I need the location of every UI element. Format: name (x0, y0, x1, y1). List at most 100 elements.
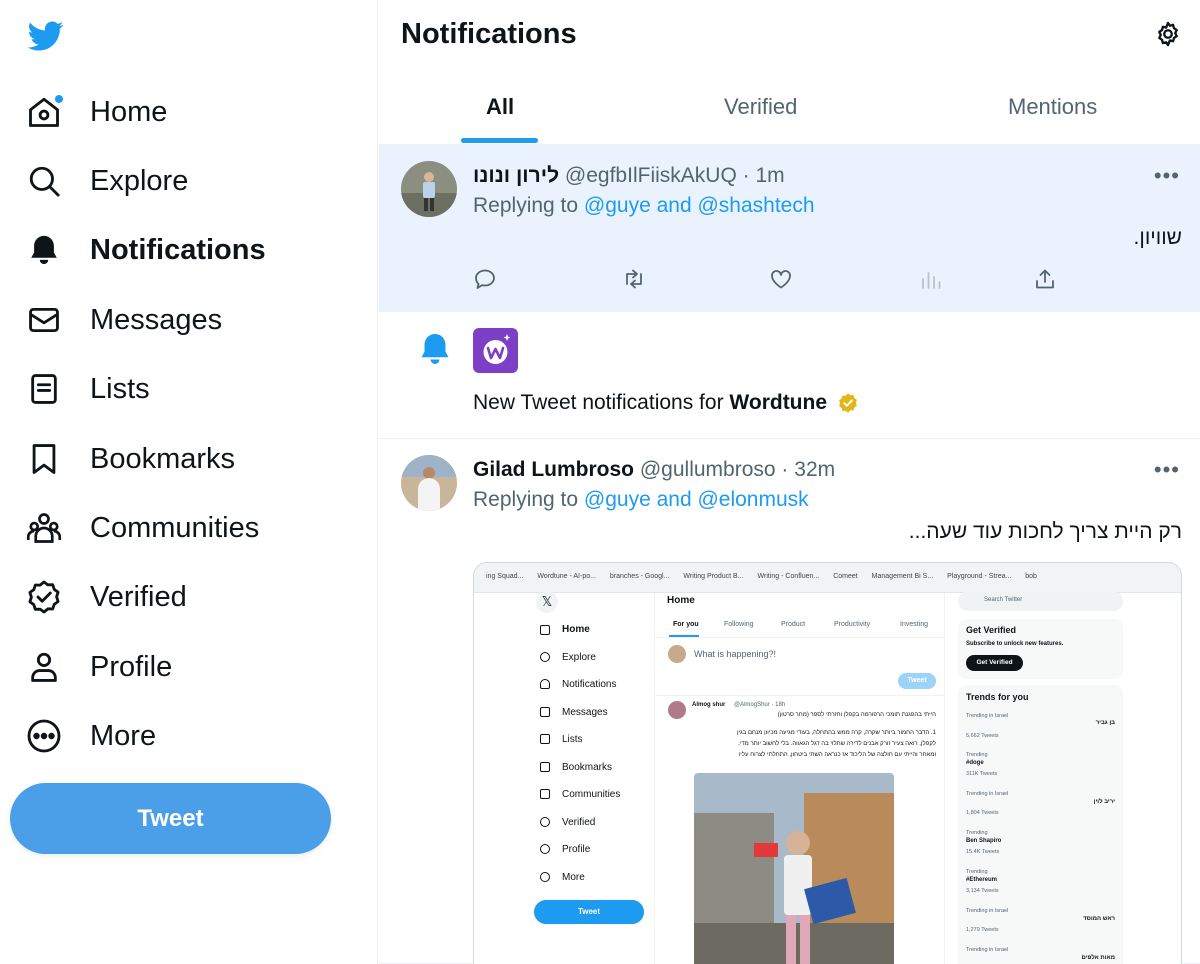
more-options-icon[interactable]: ••• (1154, 163, 1180, 189)
verified-badge-icon (837, 392, 859, 414)
tweet-media-image[interactable]: ing Squad... Wordtune - AI-po... branche… (473, 562, 1182, 964)
sidebar-item-label: Notifications (90, 233, 266, 266)
x-logo-icon: 𝕏 (536, 591, 558, 613)
mini-trends-title: Trends for you (966, 692, 1029, 702)
mini-card-title: Get Verified (966, 625, 1017, 635)
avatar[interactable] (401, 455, 457, 511)
sidebar-item-messages[interactable]: Messages (24, 292, 222, 348)
sidebar-item-home[interactable]: Home (24, 84, 167, 140)
mini-search-placeholder: Search Twitter (984, 597, 1023, 603)
browser-tab: Comeet (833, 573, 858, 580)
browser-tab: Writing - Confluen... (757, 573, 820, 580)
replying-prefix: Replying to (473, 194, 579, 217)
twitter-logo-icon[interactable] (26, 18, 66, 54)
replying-to-links[interactable]: @guye and @shashtech (584, 194, 815, 217)
notification-text: New Tweet notifications for Wordtune (473, 391, 859, 415)
mini-post-photo (694, 773, 894, 964)
mini-get-verified-button: Get Verified (966, 655, 1023, 671)
mini-trend-name: Ben Shapiro (966, 838, 1002, 844)
author-name[interactable]: לירון ונונו (473, 164, 559, 187)
browser-tab: Wordtune - AI-po... (537, 573, 596, 580)
mini-card-subtitle: Subscribe to unlock new features. (966, 641, 1064, 647)
communities-icon (24, 508, 64, 548)
search-icon (24, 161, 64, 201)
mini-tab: Investing (900, 621, 929, 628)
sidebar-item-label: Explore (90, 164, 189, 197)
mini-nav-item: Profile (562, 844, 591, 855)
tab-all[interactable]: All (486, 94, 514, 120)
timestamp[interactable]: 32m (794, 458, 835, 481)
active-tab-indicator (461, 138, 538, 143)
mini-trend-count: 3,134 Tweets (966, 888, 999, 894)
communities-icon (540, 789, 550, 799)
share-icon[interactable] (1033, 267, 1059, 293)
verified-icon (24, 577, 64, 617)
mini-trend-name: ראש המוסד (1083, 916, 1115, 922)
browser-tab: ing Squad... (486, 573, 524, 580)
sidebar-item-explore[interactable]: Explore (24, 153, 188, 209)
mini-trend-context: Trending in Israel (966, 791, 1009, 797)
retweet-icon[interactable] (621, 267, 647, 293)
more-circle-icon (24, 716, 64, 756)
mini-compose-button: Tweet (898, 673, 936, 689)
mini-trend-count: 1,804 Tweets (966, 810, 999, 816)
sidebar-item-label: Home (90, 95, 168, 128)
timestamp[interactable]: 1m (755, 164, 784, 187)
divider (655, 637, 944, 638)
mini-trend-context: Trending in Israel (966, 713, 1009, 719)
tweet-button[interactable]: Tweet (10, 783, 331, 854)
sidebar-item-label: Profile (90, 650, 173, 683)
gear-icon[interactable] (1154, 20, 1182, 48)
wordtune-logo[interactable] (473, 328, 518, 373)
mini-trend-context: Trending (966, 752, 988, 758)
tab-verified[interactable]: Verified (724, 94, 797, 120)
author-handle[interactable]: @gullumbroso (640, 458, 776, 481)
person-icon (540, 844, 550, 854)
mini-nav-item: Bookmarks (562, 762, 613, 773)
author-name[interactable]: Gilad Lumbroso (473, 458, 634, 481)
sidebar-item-verified[interactable]: Verified (24, 569, 187, 625)
sidebar-item-bookmarks[interactable]: Bookmarks (24, 431, 235, 487)
replying-to-links[interactable]: @guye and @elonmusk (584, 488, 809, 511)
like-icon[interactable] (769, 267, 795, 293)
tweet-actions (473, 267, 1073, 293)
notification-item[interactable]: Gilad Lumbroso @gullumbroso · 32m ••• Re… (379, 439, 1200, 964)
views-icon[interactable] (919, 267, 945, 293)
sidebar: Home Explore Notifications Messages List… (0, 0, 378, 964)
sidebar-item-notifications[interactable]: Notifications (24, 222, 266, 278)
mini-trend-count: 1,279 Tweets (966, 927, 999, 933)
more-options-icon[interactable]: ••• (1154, 457, 1180, 483)
sidebar-item-profile[interactable]: Profile (24, 639, 172, 695)
mini-trend-name: #Ethereum (966, 877, 998, 883)
mini-post-text: לקפלן, רואה צעיר זורק אבנים לדירה שתלוי … (738, 741, 936, 747)
sidebar-item-more[interactable]: More (24, 708, 156, 764)
tab-mentions[interactable]: Mentions (1008, 94, 1097, 120)
browser-tab: Writing Product B... (683, 573, 744, 580)
avatar[interactable] (401, 161, 457, 217)
sidebar-item-lists[interactable]: Lists (24, 361, 150, 417)
sidebar-item-communities[interactable]: Communities (24, 500, 259, 556)
tweet-text: שוויון. (1133, 226, 1182, 249)
home-icon (24, 92, 64, 132)
replying-to: Replying to @guye and @elonmusk (473, 488, 809, 512)
mini-post-handle: @AlmogShur · 18h (734, 702, 786, 708)
mini-tweet-button: Tweet (534, 900, 644, 924)
mini-trend-name: מאות אלפים (1081, 955, 1115, 961)
mini-trend-name: בן גביר (1095, 720, 1115, 726)
reply-icon[interactable] (473, 267, 499, 293)
bookmark-icon (24, 439, 64, 479)
browser-tab: Management Bi S... (871, 573, 934, 580)
replying-to: Replying to @guye and @shashtech (473, 194, 815, 218)
author-line: Gilad Lumbroso @gullumbroso · 32m (473, 458, 835, 482)
notifications-column: Notifications All Verified Mentions לירו… (379, 0, 1200, 964)
browser-tab: Playground - Strea... (947, 573, 1012, 580)
author-handle[interactable]: @egfbIlFiiskAkUQ (565, 164, 737, 187)
notification-item[interactable]: New Tweet notifications for Wordtune (379, 312, 1200, 439)
mini-trend-count: 15.4K Tweets (966, 849, 1000, 855)
notification-item[interactable]: לירון ונונו @egfbIlFiiskAkUQ · 1m ••• Re… (379, 145, 1200, 312)
mini-avatar (668, 645, 686, 663)
mini-trend-count: 5,662 Tweets (966, 733, 999, 739)
mini-post-author: Almog shur (692, 702, 726, 708)
account-name[interactable]: Wordtune (729, 391, 827, 414)
list-icon (24, 369, 64, 409)
